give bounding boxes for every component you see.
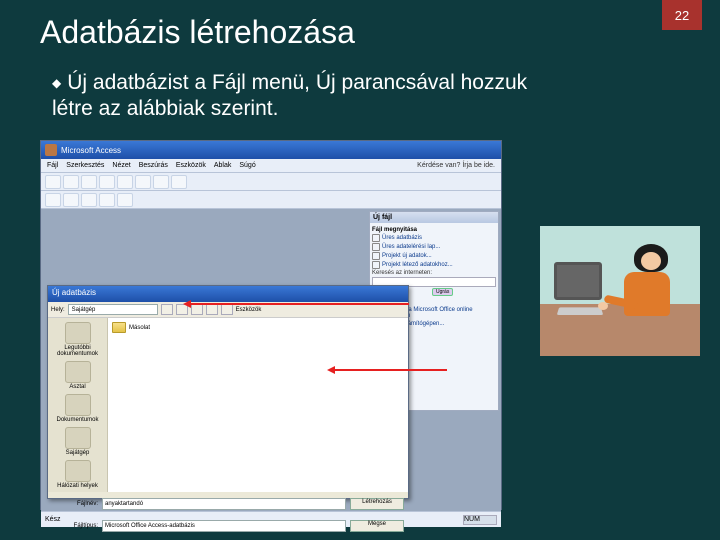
link-blank-db[interactable]: Üres adatbázis: [372, 234, 496, 242]
italic-icon[interactable]: [63, 193, 79, 207]
folder-name: Másolat: [129, 325, 150, 331]
menu-tools[interactable]: Eszközök: [176, 162, 206, 169]
filetype-label: Fájltípus:: [52, 523, 98, 529]
file-list-area[interactable]: Másolat: [108, 318, 408, 492]
new-icon[interactable]: [45, 175, 61, 189]
link-label: Üres adatelérési lap...: [382, 244, 440, 250]
align-left-icon[interactable]: [99, 193, 115, 207]
back-icon[interactable]: [161, 304, 173, 315]
workarea: Új fájl Fájl megnyitása Üres adatbázis Ü…: [41, 209, 501, 511]
dialog-tools-menu[interactable]: Eszközök: [236, 307, 262, 313]
person-figure: [624, 244, 686, 344]
illus-hand: [598, 302, 608, 310]
places-bar: Legutóbbi dokumentumok Asztal Dokumentum…: [48, 318, 108, 492]
underline-icon[interactable]: [81, 193, 97, 207]
filename-label: Fájlnév:: [52, 501, 98, 507]
documents-icon: [65, 394, 91, 416]
place-desktop[interactable]: Asztal: [53, 361, 103, 390]
filetype-dropdown[interactable]: Microsoft Office Access-adatbázis: [102, 520, 346, 532]
page-number-badge: 22: [662, 0, 702, 30]
go-button[interactable]: Ugrás: [432, 288, 453, 296]
window-titlebar: Microsoft Access: [41, 141, 501, 159]
access-screenshot: Microsoft Access Fájl Szerkesztés Nézet …: [40, 140, 502, 510]
place-label: Sajátgép: [66, 450, 90, 456]
create-button[interactable]: Létrehozás: [350, 498, 404, 510]
link-project-existing[interactable]: Projekt létező adatokhoz...: [372, 261, 496, 269]
illus-torso: [624, 272, 670, 316]
folder-item[interactable]: Másolat: [112, 322, 404, 333]
menu-view[interactable]: Nézet: [112, 162, 130, 169]
app-icon: [45, 144, 57, 156]
bold-icon[interactable]: [45, 193, 61, 207]
recent-icon: [65, 322, 91, 344]
place-network[interactable]: Hálózati helyek: [53, 460, 103, 489]
cut-icon[interactable]: [117, 175, 133, 189]
page-icon: [372, 243, 380, 251]
place-recent[interactable]: Legutóbbi dokumentumok: [53, 322, 103, 357]
taskpane-section-open: Fájl megnyitása: [372, 227, 496, 233]
dialog-title: Új adatbázis: [48, 286, 408, 302]
place-label: Dokumentumok: [56, 417, 98, 423]
newfolder-icon[interactable]: [206, 304, 218, 315]
dialog-footer-2: Fájltípus: Microsoft Office Access-adatb…: [48, 514, 408, 538]
status-num: NUM: [463, 515, 497, 525]
project-icon: [372, 252, 380, 260]
help-search-hint[interactable]: Kérdése van? Írja be ide.: [417, 162, 495, 169]
person-at-computer-illustration: [540, 226, 700, 356]
copy-icon[interactable]: [135, 175, 151, 189]
computer-icon: [65, 427, 91, 449]
window-title: Microsoft Access: [61, 146, 121, 155]
menubar[interactable]: Fájl Szerkesztés Nézet Beszúrás Eszközök…: [41, 159, 501, 173]
slide-title: Adatbázis létrehozása: [40, 14, 355, 51]
link-project-new[interactable]: Projekt új adatok...: [372, 252, 496, 260]
menu-edit[interactable]: Szerkesztés: [66, 162, 104, 169]
look-in-label: Hely:: [51, 307, 65, 313]
paste-icon[interactable]: [153, 175, 169, 189]
menu-file[interactable]: Fájl: [47, 162, 58, 169]
link-label: Projekt új adatok...: [382, 253, 432, 259]
link-label: Üres adatbázis: [382, 235, 422, 241]
toolbar-formatting[interactable]: [41, 191, 501, 209]
desktop-icon: [65, 361, 91, 383]
toolbar-standard[interactable]: [41, 173, 501, 191]
menu-help[interactable]: Súgó: [239, 162, 255, 169]
network-icon: [65, 460, 91, 482]
project-icon: [372, 261, 380, 269]
db-icon: [372, 234, 380, 242]
bullet-marker-icon: ◆: [52, 76, 61, 91]
link-label: Projekt létező adatokhoz...: [382, 262, 453, 268]
cancel-button[interactable]: Mégse: [350, 520, 404, 532]
annotation-arrow-1: [187, 303, 409, 305]
place-label: Hálózati helyek: [57, 483, 98, 489]
monitor-icon: [554, 262, 602, 300]
annotation-arrow-2: [331, 369, 447, 371]
place-documents[interactable]: Dokumentumok: [53, 394, 103, 423]
look-in-dropdown[interactable]: Sajátgép: [68, 304, 158, 315]
taskpane-search-label: Keresés az interneten:: [372, 270, 496, 276]
new-database-dialog: Új adatbázis Hely: Sajátgép Eszközök Leg…: [47, 285, 409, 499]
taskpane-title: Új fájl: [370, 212, 498, 223]
delete-icon[interactable]: [191, 304, 203, 315]
menu-window[interactable]: Ablak: [214, 162, 232, 169]
align-center-icon[interactable]: [117, 193, 133, 207]
undo-icon[interactable]: [171, 175, 187, 189]
filename-input[interactable]: anyaktartandó: [102, 498, 346, 510]
place-label: Asztal: [69, 384, 85, 390]
dialog-footer: Fájlnév: anyaktartandó Létrehozás: [48, 492, 408, 516]
print-icon[interactable]: [99, 175, 115, 189]
bullet-text: ◆Új adatbázist a Fájl menü, Új parancsáv…: [52, 70, 552, 123]
views-icon[interactable]: [221, 304, 233, 315]
illus-face: [641, 252, 661, 270]
folder-icon: [112, 322, 126, 333]
open-icon[interactable]: [63, 175, 79, 189]
bullet-content: Új adatbázist a Fájl menü, Új parancsáva…: [52, 71, 527, 120]
keyboard-icon: [557, 307, 603, 315]
link-blank-page[interactable]: Üres adatelérési lap...: [372, 243, 496, 251]
place-mycomputer[interactable]: Sajátgép: [53, 427, 103, 456]
menu-insert[interactable]: Beszúrás: [139, 162, 168, 169]
place-label: Legutóbbi dokumentumok: [57, 345, 98, 357]
save-icon[interactable]: [81, 175, 97, 189]
